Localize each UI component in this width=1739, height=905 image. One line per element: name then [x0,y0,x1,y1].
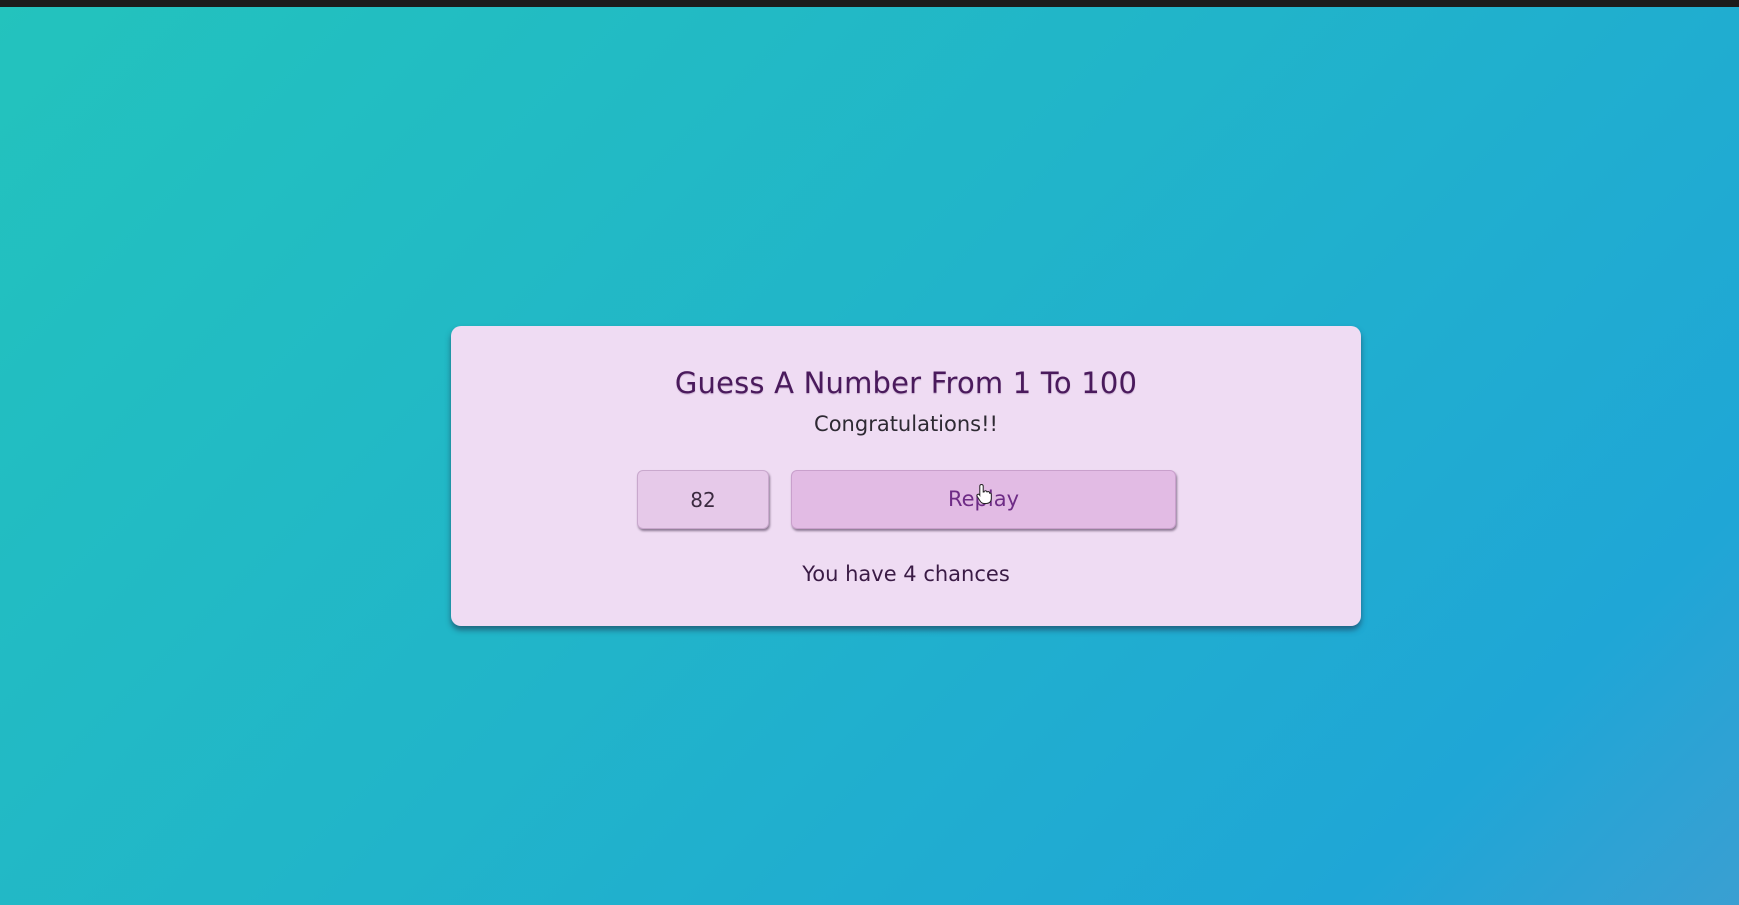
page-title: Guess A Number From 1 To 100 [674,366,1138,400]
chances-remaining: You have 4 chances [802,562,1010,586]
replay-button[interactable]: Replay [791,470,1176,529]
guess-input[interactable] [637,470,769,529]
game-card: Guess A Number From 1 To 100 Congratulat… [451,326,1361,626]
status-message: Congratulations!! [814,412,998,436]
window-top-bar [0,0,1739,7]
